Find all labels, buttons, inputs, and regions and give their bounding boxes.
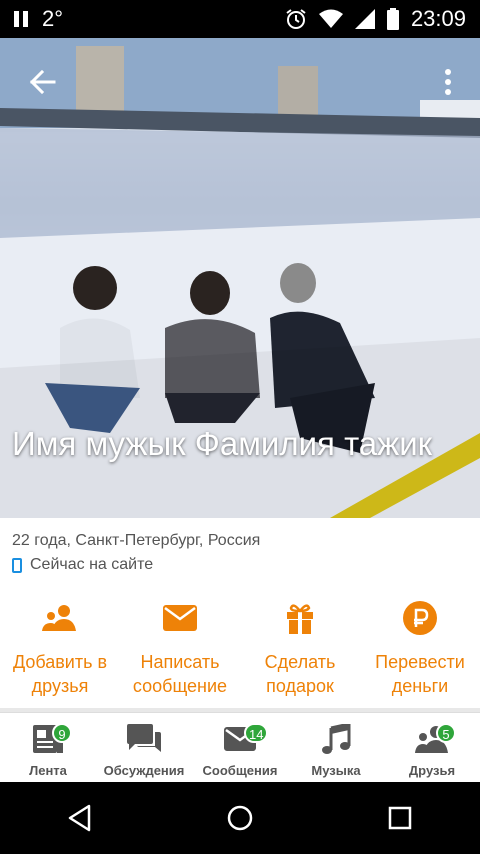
send-gift-button[interactable]: Сделать подарок: [240, 598, 360, 698]
add-friend-icon: [40, 598, 80, 638]
add-friend-label: Добавить в друзья: [12, 652, 108, 696]
write-message-button[interactable]: Написать сообщение: [120, 598, 240, 698]
tab-messages[interactable]: 14 Сообщения: [192, 713, 288, 782]
bottom-tab-bar: 9 Лента Обсуждения 14 Сообщения Музыка 5…: [0, 712, 480, 782]
profile-info-panel: 22 года, Санкт-Петербург, Россия Сейчас …: [0, 518, 480, 710]
envelope-icon: [160, 598, 200, 638]
profile-details: 22 года, Санкт-Петербург, Россия: [12, 532, 261, 549]
profile-cover-photo[interactable]: Имя мужык Фамилия тажик: [0, 38, 480, 518]
back-arrow-icon[interactable]: [24, 64, 60, 100]
write-message-label: Написать сообщение: [132, 652, 228, 696]
tab-feed-label: Лента: [29, 763, 67, 778]
status-indicator: 2°: [42, 6, 64, 31]
online-status-label: Сейчас на сайте: [30, 556, 154, 573]
messages-badge: 14: [244, 723, 269, 743]
tab-messages-label: Сообщения: [202, 763, 278, 778]
friends-badge: 5: [436, 723, 456, 743]
ruble-icon: [400, 598, 440, 638]
transfer-money-button[interactable]: Перевести деньги: [360, 598, 480, 698]
status-bar: 2° 23:09: [0, 0, 480, 38]
status-time: 23:09: [410, 6, 466, 31]
tab-friends[interactable]: 5 Друзья: [384, 713, 480, 782]
add-friend-button[interactable]: Добавить в друзья: [0, 598, 120, 698]
tab-friends-label: Друзья: [408, 763, 456, 778]
transfer-money-label: Перевести деньги: [375, 652, 465, 696]
nav-home-icon[interactable]: [225, 803, 255, 833]
wifi-icon: [318, 9, 343, 28]
feed-badge: 9: [52, 723, 72, 743]
online-status: Сейчас на сайте: [12, 556, 153, 574]
mobile-phone-icon: [12, 557, 22, 573]
discussions-icon: [126, 723, 162, 755]
gift-icon: [280, 598, 320, 638]
tab-feed[interactable]: 9 Лента: [0, 713, 96, 782]
tab-discussions-label: Обсуждения: [103, 763, 185, 778]
battery-icon: [386, 8, 399, 30]
nav-recents-icon[interactable]: [385, 803, 415, 833]
signal-icon: [354, 9, 375, 29]
more-options-icon[interactable]: [442, 68, 454, 96]
tab-discussions[interactable]: Обсуждения: [96, 713, 192, 782]
send-gift-label: Сделать подарок: [264, 652, 336, 696]
profile-name: Имя мужык Фамилия тажик: [12, 425, 433, 462]
alarm-icon: [286, 9, 306, 29]
pause-icon: [14, 11, 28, 27]
profile-actions: Добавить в друзья Написать сообщение Сде…: [0, 598, 480, 698]
nav-back-icon[interactable]: [65, 803, 95, 833]
system-navigation-bar: [0, 782, 480, 854]
tab-music[interactable]: Музыка: [288, 713, 384, 782]
music-icon: [318, 723, 354, 755]
tab-music-label: Музыка: [311, 763, 361, 778]
